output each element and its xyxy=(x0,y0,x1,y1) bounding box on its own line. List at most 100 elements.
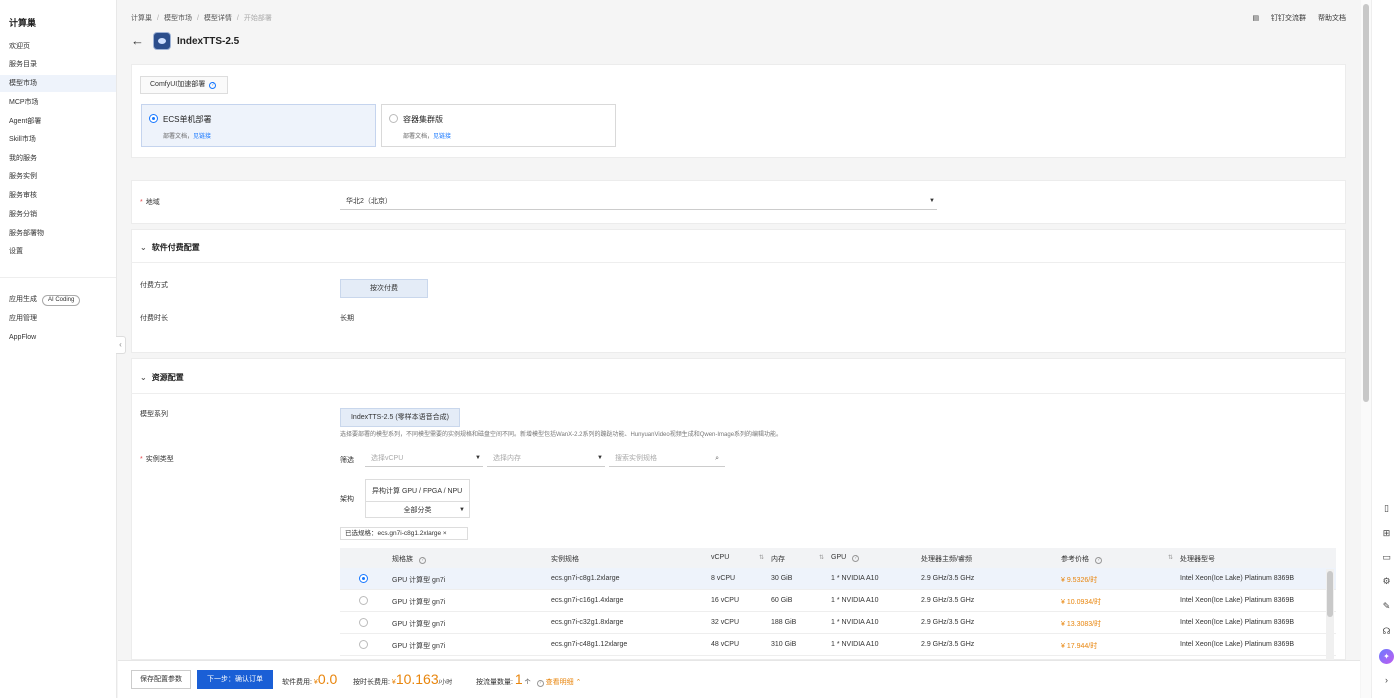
doc-link[interactable]: 见链接 xyxy=(433,134,451,140)
comfyui-deploy-button[interactable]: ComfyUI加速部署? xyxy=(140,76,228,94)
close-icon[interactable]: × xyxy=(443,530,447,537)
sidebar-item-model-market[interactable]: 模型市场 xyxy=(0,75,116,92)
software-fee: 软件费用: ¥0.0 xyxy=(282,671,338,687)
table-scrollbar[interactable] xyxy=(1326,569,1334,661)
help-icon: ? xyxy=(418,557,426,564)
cell-spec: ecs.gn7i-c16g1.4xlarge xyxy=(551,597,624,604)
model-series-label: 模型系列 xyxy=(140,411,168,418)
cell-gpu: 1 * NVIDIA A10 xyxy=(831,597,879,604)
row-radio[interactable] xyxy=(359,618,368,627)
sidebar-item-label: 应用生成 xyxy=(9,296,37,303)
sidebar-item-service-catalog[interactable]: 服务目录 xyxy=(0,56,116,73)
calculator-icon[interactable]: ⊞ xyxy=(1381,528,1392,539)
headset-icon[interactable]: ☊ xyxy=(1381,626,1392,637)
sidebar-item-settings[interactable]: 设置 xyxy=(0,243,116,260)
model-series-button[interactable]: IndexTTS-2.5 (零样本语音合成) xyxy=(340,408,460,427)
cell-gpu: 1 * NVIDIA A10 xyxy=(831,641,879,648)
model-logo-icon xyxy=(153,32,171,50)
breadcrumb-item[interactable]: 模型详情 xyxy=(204,15,232,22)
cell-memory: 310 GiB xyxy=(771,641,797,648)
table-row[interactable]: GPU 计算型 gn7i ecs.gn7i-c8g1.2xlarge 8 vCP… xyxy=(340,568,1336,590)
scrollbar-thumb[interactable] xyxy=(1327,571,1333,617)
memory-placeholder: 选择内存 xyxy=(493,455,521,462)
vcpu-filter-select[interactable]: 选择vCPU ▼ xyxy=(365,450,483,467)
message-icon[interactable]: ▭ xyxy=(1381,552,1392,563)
sidebar-collapse-button[interactable]: ‹ xyxy=(116,336,126,354)
sidebar-item-service-review[interactable]: 服务审核 xyxy=(0,187,116,204)
scrollbar-thumb[interactable] xyxy=(1363,4,1369,402)
payment-card xyxy=(131,229,1346,353)
arch-category-select[interactable]: 全部分类 ▼ xyxy=(366,501,469,518)
instance-search-input[interactable]: 搜索实例规格 ⌕ xyxy=(609,450,725,467)
table-header: 规格族 ? 实例规格 vCPU ⇅ 内存 ⇅ GPU ? 处理器主频/睿频 参考价格… xyxy=(340,548,1336,568)
region-select[interactable]: 华北2（北京） ▼ xyxy=(340,193,937,210)
sidebar-item-mcp-market[interactable]: MCP市场 xyxy=(0,94,116,111)
sidebar-item-my-services[interactable]: 我的服务 xyxy=(0,150,116,167)
top-links: ▤ 钉钉交流群 帮助文档 xyxy=(1232,13,1346,23)
vcpu-placeholder: 选择vCPU xyxy=(371,455,404,462)
table-row[interactable]: GPU 计算型 gn7i ecs.gn7i-c16g1.4xlarge 16 v… xyxy=(340,590,1336,612)
sidebar-item-service-distribution[interactable]: 服务分销 xyxy=(0,206,116,223)
cell-spec: ecs.gn7i-c8g1.2xlarge xyxy=(551,575,620,582)
col-memory[interactable]: 内存 ⇅ xyxy=(771,554,824,564)
chevron-right-icon[interactable]: › xyxy=(1381,675,1392,686)
sidebar-item-welcome[interactable]: 欢迎页 xyxy=(0,38,116,55)
divider xyxy=(131,262,1346,263)
payment-duration-value: 长期 xyxy=(340,315,354,322)
sidebar-item-service-instances[interactable]: 服务实例 xyxy=(0,168,116,185)
sidebar-item-app-manage[interactable]: 应用管理 xyxy=(0,310,116,327)
dingtalk-label: 钉钉交流群 xyxy=(1271,15,1307,22)
settings-icon[interactable]: ⚙ xyxy=(1381,576,1392,587)
next-confirm-order-button[interactable]: 下一步：确认订单 xyxy=(197,670,273,689)
cell-family: GPU 计算型 gn7i xyxy=(392,643,446,650)
sidebar-item-appflow[interactable]: AppFlow xyxy=(0,329,116,346)
breadcrumb-item[interactable]: 模型市场 xyxy=(164,15,192,22)
arch-value[interactable]: 异构计算 GPU / FPGA / NPU xyxy=(372,486,462,496)
sidebar-item-skill-market[interactable]: Skill市场 xyxy=(0,131,116,148)
deploy-option-cluster[interactable]: 容器集群版 部署文档，见链接 xyxy=(381,104,616,147)
filter-label: 筛选 xyxy=(340,457,354,464)
col-cpu-model: 处理器型号 xyxy=(1180,556,1215,563)
memory-filter-select[interactable]: 选择内存 ▼ xyxy=(487,450,605,467)
cell-freq: 2.9 GHz/3.5 GHz xyxy=(921,575,975,582)
doc-link[interactable]: 见链接 xyxy=(193,134,211,140)
sidebar-item-agent-deploy[interactable]: Agent部署 xyxy=(0,113,116,130)
radio-selected[interactable] xyxy=(149,114,158,123)
col-vcpu[interactable]: vCPU ⇅ xyxy=(711,554,764,561)
row-radio[interactable] xyxy=(359,596,368,605)
pay-per-use-button[interactable]: 按次付费 xyxy=(340,279,428,298)
resource-section-title[interactable]: ⌄ 资源配置 xyxy=(140,372,184,383)
arch-selector[interactable]: 异构计算 GPU / FPGA / NPU 全部分类 ▼ xyxy=(365,479,470,518)
payment-section-title[interactable]: ⌄ 软件付费配置 xyxy=(140,242,200,253)
cell-family: GPU 计算型 gn7i xyxy=(392,577,446,584)
help-icon[interactable]: ? xyxy=(209,82,217,89)
cell-price: ¥ 9.5326/时 xyxy=(1061,577,1098,584)
view-details-link[interactable]: 查看明细 ⌃ xyxy=(546,679,582,686)
page-scrollbar[interactable] xyxy=(1361,0,1371,698)
ai-assistant-icon[interactable]: ✦ xyxy=(1379,649,1394,664)
save-config-button[interactable]: 保存配置参数 xyxy=(131,670,191,689)
row-radio[interactable] xyxy=(359,640,368,649)
cell-family: GPU 计算型 gn7i xyxy=(392,621,446,628)
deploy-option-ecs[interactable]: ECS单机部署 部署文档，见链接 xyxy=(141,104,376,147)
phone-icon[interactable]: ▯ xyxy=(1381,503,1392,514)
breadcrumb-item[interactable]: 计算巢 xyxy=(131,15,152,22)
radio-unselected[interactable] xyxy=(389,114,398,123)
deploy-option-desc: 部署文档，见链接 xyxy=(163,134,212,140)
help-docs-link[interactable]: 帮助文档 xyxy=(1318,15,1346,22)
col-price[interactable]: 参考价格 ? ⇅ xyxy=(1061,554,1173,564)
sidebar-item-app-generate[interactable]: 应用生成 AI Coding xyxy=(0,291,116,308)
chevron-up-icon: ⌃ xyxy=(575,679,582,686)
payment-method-label: 付费方式 xyxy=(140,282,168,289)
edit-icon[interactable]: ✎ xyxy=(1381,601,1392,612)
dingtalk-link[interactable]: ▤ 钉钉交流群 xyxy=(1242,15,1306,22)
sidebar-item-deployables[interactable]: 服务部署物 xyxy=(0,225,116,242)
arch-label: 架构 xyxy=(340,496,354,503)
cell-vcpu: 16 vCPU xyxy=(711,597,740,604)
table-row[interactable]: GPU 计算型 gn7i ecs.gn7i-c32g1.8xlarge 32 v… xyxy=(340,612,1336,634)
table-row[interactable]: GPU 计算型 gn7i ecs.gn7i-c48g1.12xlarge 48 … xyxy=(340,634,1336,656)
help-icon: ? xyxy=(536,680,544,687)
hourly-fee-value: 10.163 xyxy=(395,671,439,687)
back-arrow-icon[interactable]: ← xyxy=(131,33,144,48)
row-radio[interactable] xyxy=(359,574,368,583)
